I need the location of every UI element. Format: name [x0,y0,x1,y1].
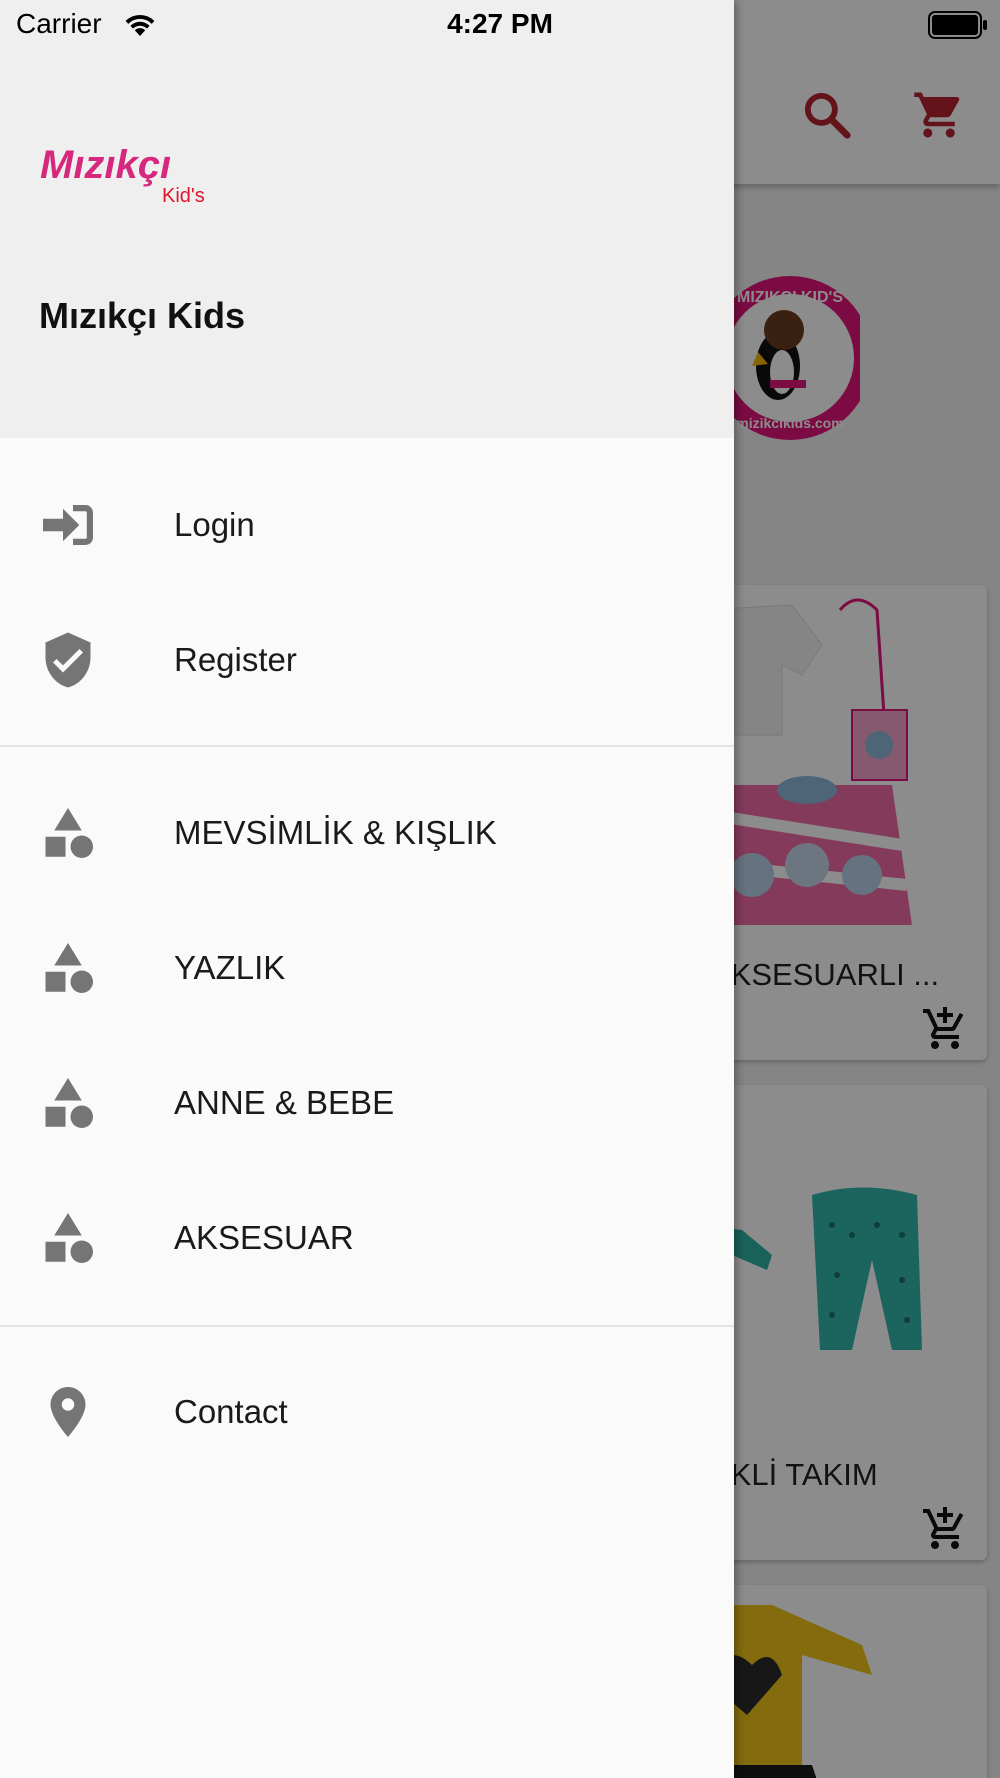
status-time: 4:27 PM [447,8,553,39]
menu-item-category[interactable]: ANNE & BEBE [0,1043,734,1163]
menu-item-label: Register [174,641,297,678]
menu-item-label: Contact [174,1393,288,1430]
menu-item-register[interactable]: Register [0,600,734,720]
menu-item-label: ANNE & BEBE [174,1084,395,1121]
brand-logo: Mızıkçı Kid's [40,143,205,207]
menu-item-contact[interactable]: Contact [0,1352,734,1472]
navigation-drawer: Mızıkçı Kid's Mızıkçı Kids Login Registe… [0,0,734,1778]
brand-logo-sub: Kid's [162,185,205,207]
location-pin-icon [50,1387,86,1437]
menu-item-label: YAZLIK [174,949,286,986]
divider [0,745,734,747]
category-shapes-icon [45,1213,93,1263]
battery-icon [928,11,987,39]
divider [0,1325,734,1327]
category-shapes-icon [45,1078,93,1128]
menu-item-label: AKSESUAR [174,1219,354,1256]
menu-item-category[interactable]: YAZLIK [0,908,734,1028]
menu-item-label: MEVSİMLİK & KIŞLIK [174,814,497,851]
category-shapes-icon [45,943,93,993]
login-icon [43,505,93,545]
verified-shield-icon [45,632,91,688]
drawer-header: Mızıkçı Kid's Mızıkçı Kids [0,0,734,438]
menu-item-category[interactable]: AKSESUAR [0,1178,734,1298]
menu-item-category[interactable]: MEVSİMLİK & KIŞLIK [0,773,734,893]
menu-item-login[interactable]: Login [0,465,734,585]
brand-logo-word: Mızıkçı [40,143,171,187]
status-bar: Carrier 4:27 PM [0,0,1000,50]
store-name: Mızıkçı Kids [39,295,246,336]
category-shapes-icon [45,808,93,858]
menu-item-label: Login [174,506,255,543]
